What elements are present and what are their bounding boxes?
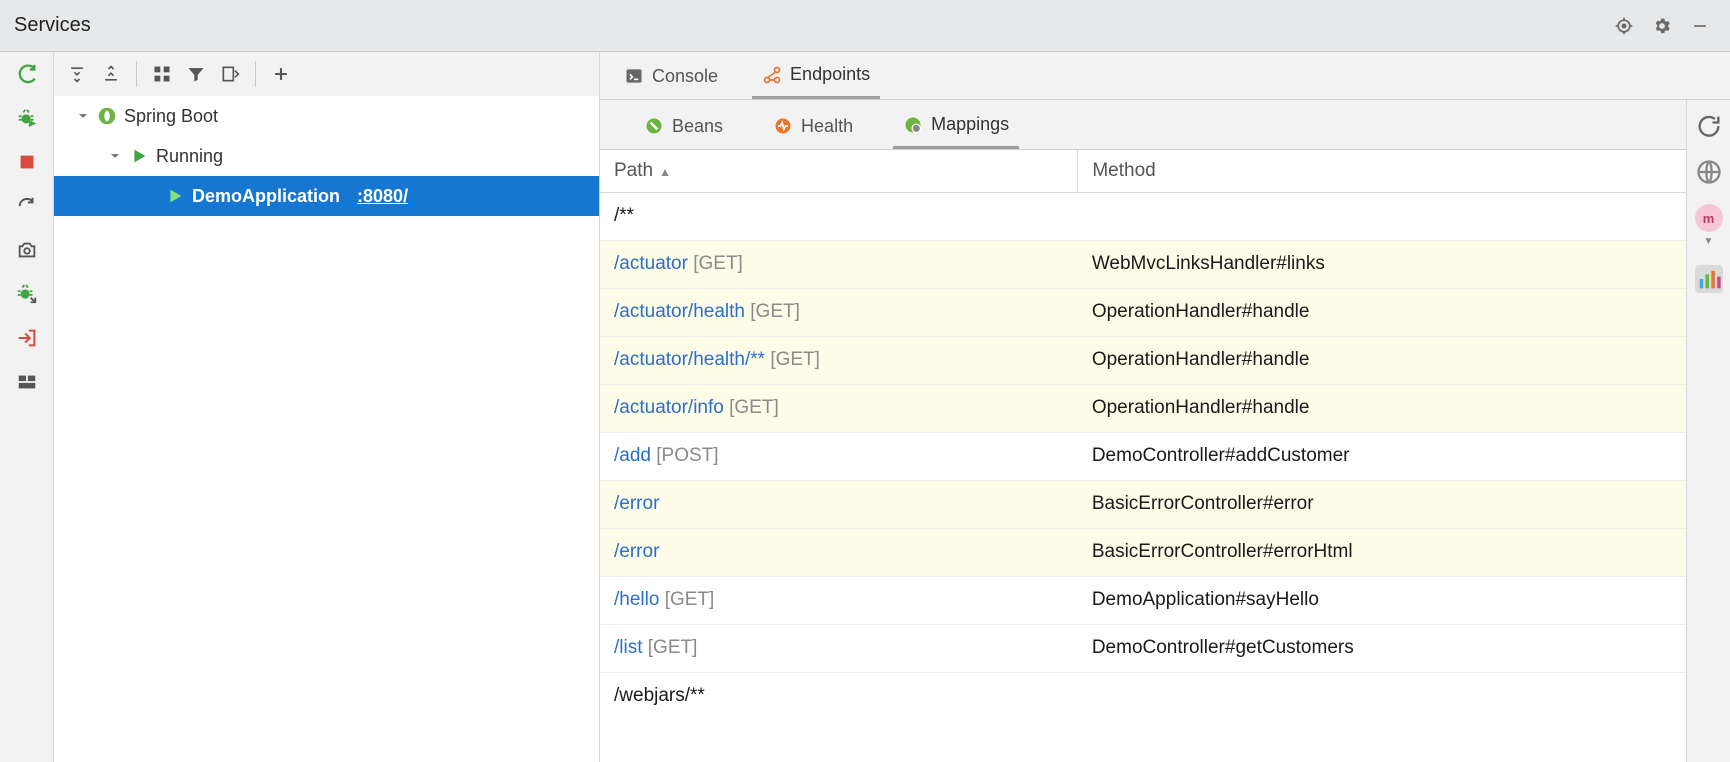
cell-method [1078,192,1686,240]
tree-node-label: Spring Boot [124,106,218,127]
panel-header: Services [0,0,1730,52]
cell-path: /webjars/** [600,672,1078,720]
cell-path: /hello [GET] [600,576,1078,624]
beans-icon [644,116,664,136]
tree-column: Spring Boot Running DemoApplication :808… [54,52,600,762]
subtab-label: Beans [672,116,723,137]
cell-method: BasicErrorController#error [1078,480,1686,528]
table-row[interactable]: /add [POST]DemoController#addCustomer [600,432,1686,480]
refresh-icon[interactable] [11,190,43,222]
subtab-health[interactable]: Health [763,103,863,149]
layout-icon[interactable] [11,366,43,398]
table-row[interactable]: /** [600,192,1686,240]
panel-body: Spring Boot Running DemoApplication :808… [0,52,1730,762]
badge-m-icon[interactable]: m [1695,204,1723,232]
subtab-label: Health [801,116,853,137]
cell-path: /error [600,528,1078,576]
cell-path: /** [600,192,1078,240]
cell-path: /error [600,480,1078,528]
tab-row: Console Endpoints [600,52,1730,100]
col-header-method[interactable]: Method [1078,150,1686,192]
subtab-row: Beans Health Mappings [600,100,1686,150]
rerun-icon[interactable] [11,58,43,90]
gear-icon[interactable] [1646,10,1678,42]
tab-label: Endpoints [790,64,870,85]
springboot-icon [96,105,118,127]
stats-icon[interactable] [1695,265,1723,293]
chevron-down-icon [108,149,122,163]
bug-export-icon[interactable] [11,278,43,310]
cell-path: /actuator/health [GET] [600,288,1078,336]
tree-body: Spring Boot Running DemoApplication :808… [54,96,599,762]
refresh-icon[interactable] [1695,112,1723,140]
chevron-down-icon [76,109,90,123]
table-row[interactable]: /list [GET]DemoController#getCustomers [600,624,1686,672]
table-row[interactable]: /actuator/health/** [GET]OperationHandle… [600,336,1686,384]
add-icon[interactable] [266,59,296,89]
endpoints-icon [762,65,782,85]
table-row[interactable]: /hello [GET]DemoApplication#sayHello [600,576,1686,624]
subtab-beans[interactable]: Beans [634,103,733,149]
globe-icon[interactable] [1695,158,1723,186]
play-icon [164,185,186,207]
table-row[interactable]: /actuator/health [GET]OperationHandler#h… [600,288,1686,336]
chevron-down-icon[interactable]: ▼ [1704,236,1714,247]
tree-node-app-port: :8080/ [357,186,408,207]
main-column: Console Endpoints Beans Health [600,52,1730,762]
group-icon[interactable] [147,59,177,89]
tree-node-running[interactable]: Running [54,136,599,176]
tree-node-app-name: DemoApplication [192,186,340,207]
console-icon [624,66,644,86]
col-header-path[interactable]: Path▲ [600,150,1078,192]
tab-label: Console [652,66,718,87]
cell-path: /actuator/health/** [GET] [600,336,1078,384]
settings-view-icon[interactable] [215,59,245,89]
stop-icon[interactable] [11,146,43,178]
target-icon[interactable] [1608,10,1640,42]
table-row[interactable]: /errorBasicErrorController#errorHtml [600,528,1686,576]
mappings-table-wrap: Path▲ Method /**/actuator [GET]WebMvcLin… [600,150,1686,762]
tab-endpoints[interactable]: Endpoints [752,53,880,99]
cell-method: DemoController#getCustomers [1078,624,1686,672]
panel-title: Services [14,14,91,37]
right-gutter: m ▼ [1686,100,1730,762]
subtab-label: Mappings [931,114,1009,135]
cell-method: OperationHandler#handle [1078,288,1686,336]
cell-path: /list [GET] [600,624,1078,672]
tree-toolbar [54,52,599,96]
tree-node-springboot[interactable]: Spring Boot [54,96,599,136]
sort-asc-icon: ▲ [659,165,671,179]
collapse-all-icon[interactable] [96,59,126,89]
table-row[interactable]: /errorBasicErrorController#error [600,480,1686,528]
cell-path: /actuator/info [GET] [600,384,1078,432]
health-icon [773,116,793,136]
mappings-icon [903,115,923,135]
bug-run-icon[interactable] [11,102,43,134]
tab-console[interactable]: Console [614,53,728,99]
filter-icon[interactable] [181,59,211,89]
cell-method: OperationHandler#handle [1078,384,1686,432]
left-gutter [0,52,54,762]
exit-icon[interactable] [11,322,43,354]
cell-method [1078,672,1686,720]
tree-node-label: Running [156,146,223,167]
table-row[interactable]: /actuator/info [GET]OperationHandler#han… [600,384,1686,432]
minimize-icon[interactable] [1684,10,1716,42]
tree-node-app[interactable]: DemoApplication :8080/ [54,176,599,216]
camera-icon[interactable] [11,234,43,266]
table-row[interactable]: /webjars/** [600,672,1686,720]
table-row[interactable]: /actuator [GET]WebMvcLinksHandler#links [600,240,1686,288]
cell-path: /actuator [GET] [600,240,1078,288]
mappings-table: Path▲ Method /**/actuator [GET]WebMvcLin… [600,150,1686,720]
cell-path: /add [POST] [600,432,1078,480]
cell-method: DemoController#addCustomer [1078,432,1686,480]
cell-method: DemoApplication#sayHello [1078,576,1686,624]
cell-method: BasicErrorController#errorHtml [1078,528,1686,576]
cell-method: OperationHandler#handle [1078,336,1686,384]
subtab-mappings[interactable]: Mappings [893,103,1019,149]
play-icon [128,145,150,167]
cell-method: WebMvcLinksHandler#links [1078,240,1686,288]
expand-all-icon[interactable] [62,59,92,89]
